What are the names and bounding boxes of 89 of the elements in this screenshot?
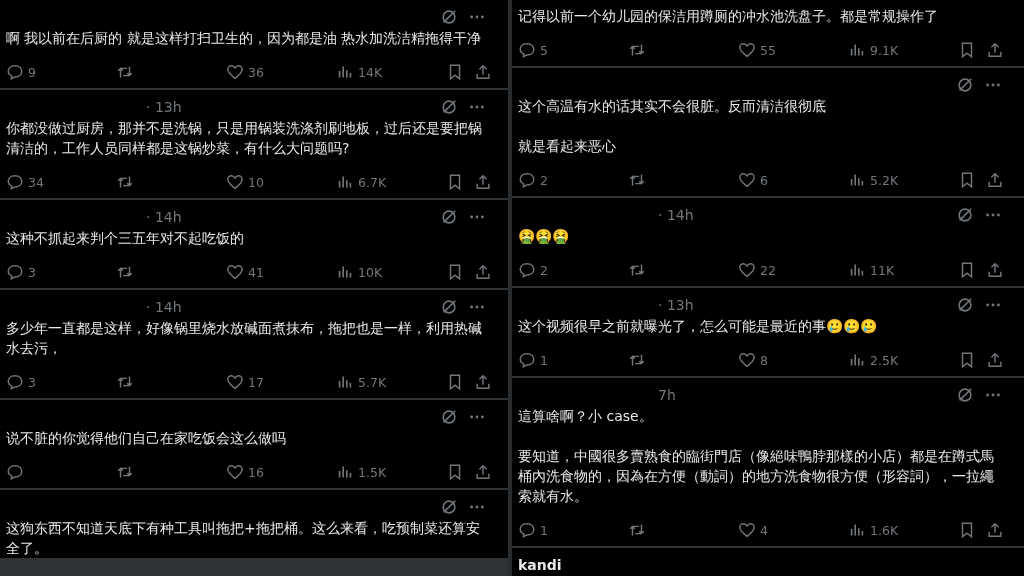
post-text: 🤮🤮🤮 [518,228,571,244]
reply-icon[interactable] [518,261,536,279]
view-count: 1.5K [358,464,387,480]
heart-icon[interactable] [226,263,244,281]
view-count: 6.7K [358,174,387,190]
heart-icon[interactable] [226,463,244,481]
like-count: 8 [760,352,768,368]
slashed-circle-icon[interactable] [440,408,458,426]
post-text: 你都没做过厨房，那并不是洗锅，只是用锅装洗涤剂刷地板，过后还是要把锅清洁的，工作人员同样都是这锅炒菜，有什么大问题吗? [6,120,482,156]
post-text: 啊 我以前在后厨的 就是这样打扫卫生的，因为都是油 热水加洗洁精拖得干净 [6,30,482,46]
slashed-circle-icon[interactable] [440,8,458,26]
reply-count: 2 [540,172,548,188]
heart-icon[interactable] [738,41,756,59]
share-icon[interactable] [986,261,1004,279]
view-count: 2.5K [870,352,899,368]
post-time: · 13h [146,99,182,115]
post-text: 这个视频很早之前就曝光了，怎么可能是最近的事🥲🥲🥲 [518,318,879,334]
post-text: 多少年一直都是这样，好像锅里烧水放碱面煮抹布，拖把也是一样，利用热碱水去污， [6,320,482,356]
slashed-circle-icon[interactable] [440,208,458,226]
reply-count: 1 [540,522,548,538]
like-count: 17 [248,374,264,390]
reply-icon[interactable] [518,521,536,539]
like-count: 10 [248,174,264,190]
post-text: 就是看起来恶心 [518,138,616,154]
heart-icon[interactable] [226,373,244,391]
post-time: · 13h [658,297,694,313]
share-icon[interactable] [474,63,492,81]
share-icon[interactable] [986,41,1004,59]
slashed-circle-icon[interactable] [440,98,458,116]
post-text: 要知道，中國很多賣熟食的臨街門店（像絕味鴨脖那樣的小店）都是在蹲式馬桶內洗食物的，因為在方便（動詞）的地方洗食物很方便（形容詞），一拉繩索就有水。 [518,448,994,504]
post-text: 这种不抓起来判个三五年对不起吃饭的 [6,230,244,246]
slashed-circle-icon[interactable] [440,498,458,516]
heart-icon[interactable] [738,521,756,539]
post-time: · 14h [658,207,694,223]
heart-icon[interactable] [226,63,244,81]
share-icon[interactable] [474,463,492,481]
reply-icon[interactable] [6,263,24,281]
reply-icon[interactable] [6,63,24,81]
slashed-circle-icon[interactable] [956,296,974,314]
slashed-circle-icon[interactable] [956,76,974,94]
like-count: 4 [760,522,768,538]
heart-icon[interactable] [738,261,756,279]
like-count: 36 [248,64,264,80]
share-icon[interactable] [986,521,1004,539]
heart-icon[interactable] [226,173,244,191]
share-icon[interactable] [986,171,1004,189]
view-count: 11K [870,262,895,278]
like-count: 16 [248,464,264,480]
view-count: 5.2K [870,172,899,188]
reply-count: 34 [28,174,44,190]
like-count: 41 [248,264,264,280]
user-name[interactable]: kandi [518,557,562,573]
slashed-circle-icon[interactable] [956,206,974,224]
reply-count: 1 [540,352,548,368]
share-icon[interactable] [474,373,492,391]
slashed-circle-icon[interactable] [440,298,458,316]
share-icon[interactable] [986,351,1004,369]
heart-icon[interactable] [738,171,756,189]
reply-icon[interactable] [518,171,536,189]
view-count: 10K [358,264,383,280]
view-count: 9.1K [870,42,899,58]
reply-count: 9 [28,64,36,80]
slashed-circle-icon[interactable] [956,386,974,404]
like-count: 6 [760,172,768,188]
post-text: 记得以前一个幼儿园的保洁用蹲厕的冲水池洗盘子。都是常规操作了 [518,8,938,24]
post-time: 7h [658,387,676,403]
share-icon[interactable] [474,173,492,191]
reply-count: 5 [540,42,548,58]
reply-count: 2 [540,262,548,278]
share-icon[interactable] [474,263,492,281]
post-text: 这个高温有水的话其实不会很脏。反而清洁很彻底 [518,98,826,114]
like-count: 55 [760,42,776,58]
reply-icon[interactable] [518,351,536,369]
reply-icon[interactable] [6,463,24,481]
reply-count: 3 [28,264,36,280]
post-time: · 14h [146,209,182,225]
reply-icon[interactable] [518,41,536,59]
view-count: 14K [358,64,383,80]
post-time: · 14h [146,299,182,315]
post-text: 这狗东西不知道天底下有种工具叫拖把+拖把桶。这么来看，吃预制菜还算安全了。 [6,520,480,556]
reply-icon[interactable] [6,173,24,191]
reply-count: 3 [28,374,36,390]
post-text: 這算啥啊？小 case。 [518,408,653,424]
like-count: 22 [760,262,776,278]
post-text: 说不脏的你觉得他们自己在家吃饭会这么做吗 [6,430,286,446]
heart-icon[interactable] [738,351,756,369]
reply-icon[interactable] [6,373,24,391]
view-count: 5.7K [358,374,387,390]
view-count: 1.6K [870,522,899,538]
